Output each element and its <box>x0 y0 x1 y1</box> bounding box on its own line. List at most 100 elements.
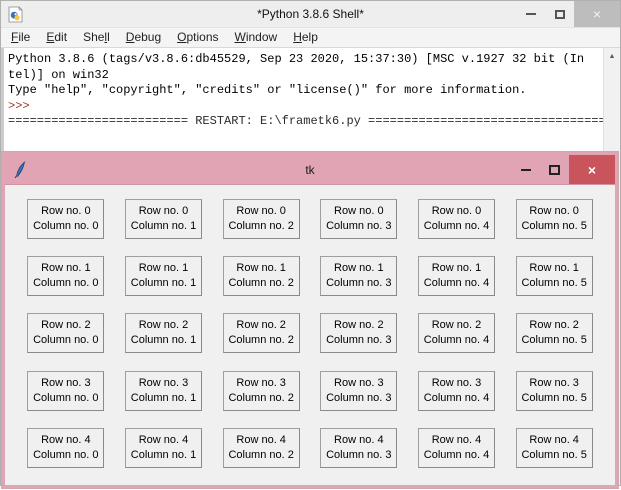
button-label-row: Row no. 4 <box>236 434 286 447</box>
button-label-column: Column no. 3 <box>326 277 392 290</box>
grid-button-row4-col3[interactable]: Row no. 4 Column no. 3 <box>320 428 398 469</box>
button-label-row: Row no. 3 <box>236 376 286 389</box>
button-label-row: Row no. 0 <box>334 204 384 217</box>
menu-item-edit[interactable]: Edit <box>38 29 75 46</box>
grid-button-row0-col0[interactable]: Row no. 0 Column no. 0 <box>27 198 105 239</box>
close-icon: × <box>592 6 602 22</box>
button-label-column: Column no. 3 <box>326 219 392 232</box>
button-label-row: Row no. 1 <box>138 262 189 275</box>
button-label-column: Column no. 2 <box>228 219 294 232</box>
grid-button-row2-col2[interactable]: Row no. 2 Column no. 2 <box>222 313 300 354</box>
button-label-row: Row no. 1 <box>236 262 286 275</box>
tk-window: tk × Row no. 0 Column no. 0 Row no. 0 Colum… <box>2 152 618 488</box>
tk-titlebar[interactable]: tk × <box>5 155 615 185</box>
button-label-column: Column no. 1 <box>130 219 197 232</box>
button-label-row: Row no. 4 <box>334 434 384 447</box>
scroll-up-button[interactable]: ▲ <box>604 48 620 65</box>
button-label-row: Row no. 2 <box>334 319 384 332</box>
button-label-column: Column no. 4 <box>423 391 490 404</box>
grid-button-row3-col0[interactable]: Row no. 3 Column no. 0 <box>27 370 105 411</box>
button-label-column: Column no. 5 <box>521 277 587 290</box>
shell-caption-controls: × <box>516 1 620 27</box>
grid-button-row3-col5[interactable]: Row no. 3 Column no. 5 <box>515 370 593 411</box>
grid-button-row1-col3[interactable]: Row no. 1 Column no. 3 <box>320 256 398 297</box>
button-label-row: Row no. 3 <box>41 376 91 389</box>
button-label-column: Column no. 5 <box>521 449 587 462</box>
button-label-row: Row no. 4 <box>431 434 482 447</box>
grid-button-row2-col0[interactable]: Row no. 2 Column no. 0 <box>27 313 105 354</box>
grid-button-row0-col4[interactable]: Row no. 0 Column no. 4 <box>417 198 495 239</box>
button-label-column: Column no. 2 <box>228 277 294 290</box>
button-label-column: Column no. 0 <box>33 449 99 462</box>
minimize-icon <box>525 13 536 15</box>
grid-button-row4-col5[interactable]: Row no. 4 Column no. 5 <box>515 428 593 469</box>
button-label-row: Row no. 3 <box>431 376 482 389</box>
grid-button-row0-col3[interactable]: Row no. 0 Column no. 3 <box>320 198 398 239</box>
grid-button-row3-col4[interactable]: Row no. 3 Column no. 4 <box>417 370 495 411</box>
grid-button-row0-col2[interactable]: Row no. 0 Column no. 2 <box>222 198 300 239</box>
grid-button-row4-col0[interactable]: Row no. 4 Column no. 0 <box>27 428 105 469</box>
button-label-column: Column no. 1 <box>130 277 197 290</box>
button-label-column: Column no. 3 <box>326 449 392 462</box>
maximize-icon <box>549 164 560 175</box>
button-label-row: Row no. 2 <box>138 319 189 332</box>
grid-button-row0-col5[interactable]: Row no. 0 Column no. 5 <box>515 198 593 239</box>
button-label-column: Column no. 5 <box>521 391 587 404</box>
tk-feather-icon <box>14 160 26 178</box>
grid-button-row1-col5[interactable]: Row no. 1 Column no. 5 <box>515 256 593 297</box>
tk-maximize-button[interactable] <box>540 155 569 184</box>
grid-button-row2-col5[interactable]: Row no. 2 Column no. 5 <box>515 313 593 354</box>
button-label-column: Column no. 2 <box>228 449 294 462</box>
grid-button-row3-col2[interactable]: Row no. 3 Column no. 2 <box>222 370 300 411</box>
button-label-column: Column no. 5 <box>521 219 587 232</box>
menu-item-options[interactable]: Options <box>169 29 226 46</box>
grid-button-row1-col0[interactable]: Row no. 1 Column no. 0 <box>27 256 105 297</box>
grid-button-row2-col1[interactable]: Row no. 2 Column no. 1 <box>124 313 202 354</box>
button-label-column: Column no. 4 <box>423 449 490 462</box>
menu-item-help[interactable]: Help <box>285 29 326 46</box>
grid-button-row0-col1[interactable]: Row no. 0 Column no. 1 <box>124 198 202 239</box>
button-label-row: Row no. 3 <box>529 376 579 389</box>
menu-item-debug[interactable]: Debug <box>118 29 169 46</box>
shell-close-button[interactable]: × <box>574 1 620 27</box>
grid-button-row2-col4[interactable]: Row no. 2 Column no. 4 <box>417 313 495 354</box>
tk-minimize-button[interactable] <box>511 155 540 184</box>
menu-item-shell[interactable]: Shell <box>75 29 118 46</box>
grid-button-row2-col3[interactable]: Row no. 2 Column no. 3 <box>320 313 398 354</box>
grid-button-row1-col4[interactable]: Row no. 1 Column no. 4 <box>417 256 495 297</box>
button-label-row: Row no. 2 <box>236 319 286 332</box>
grid-button-row3-col3[interactable]: Row no. 3 Column no. 3 <box>320 370 398 411</box>
grid-button-row1-col2[interactable]: Row no. 1 Column no. 2 <box>222 256 300 297</box>
shell-titlebar[interactable]: *Python 3.8.6 Shell* × <box>1 1 620 28</box>
menu-item-window[interactable]: Window <box>227 29 286 46</box>
grid-button-row4-col4[interactable]: Row no. 4 Column no. 4 <box>417 428 495 469</box>
scroll-up-icon: ▲ <box>608 53 616 60</box>
button-grid: Row no. 0 Column no. 0 Row no. 0 Column no.… <box>5 185 615 485</box>
tk-close-button[interactable]: × <box>569 155 615 184</box>
button-label-column: Column no. 0 <box>33 391 99 404</box>
button-label-row: Row no. 0 <box>236 204 286 217</box>
button-label-row: Row no. 1 <box>334 262 384 275</box>
menu-item-file[interactable]: File <box>3 29 38 46</box>
grid-button-row3-col1[interactable]: Row no. 3 Column no. 1 <box>124 370 202 411</box>
button-label-row: Row no. 3 <box>138 376 189 389</box>
button-label-row: Row no. 1 <box>41 262 91 275</box>
grid-button-row1-col1[interactable]: Row no. 1 Column no. 1 <box>124 256 202 297</box>
button-label-row: Row no. 4 <box>529 434 579 447</box>
button-label-column: Column no. 4 <box>423 219 490 232</box>
shell-line-3: >>> <box>8 98 30 113</box>
button-label-column: Column no. 2 <box>228 334 294 347</box>
button-label-column: Column no. 3 <box>326 391 392 404</box>
button-label-row: Row no. 0 <box>138 204 189 217</box>
button-label-row: Row no. 1 <box>529 262 579 275</box>
shell-maximize-button[interactable] <box>545 1 574 27</box>
button-label-column: Column no. 5 <box>521 334 587 347</box>
button-label-row: Row no. 2 <box>431 319 482 332</box>
grid-button-row4-col2[interactable]: Row no. 4 Column no. 2 <box>222 428 300 469</box>
button-label-row: Row no. 2 <box>529 319 579 332</box>
grid-button-row4-col1[interactable]: Row no. 4 Column no. 1 <box>124 428 202 469</box>
button-label-row: Row no. 0 <box>529 204 579 217</box>
shell-minimize-button[interactable] <box>516 1 545 27</box>
shell-line-2: Type "help", "copyright", "credits" or "… <box>8 83 527 97</box>
button-label-column: Column no. 0 <box>33 277 99 290</box>
